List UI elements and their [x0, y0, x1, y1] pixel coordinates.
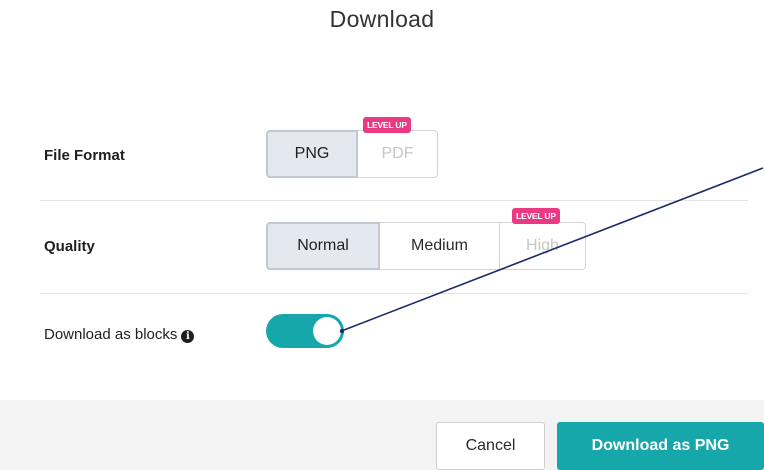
quality-option-normal[interactable]: Normal: [266, 222, 380, 270]
level-up-badge-high: LEVEL UP: [512, 208, 560, 224]
file-format-segmented-control: PNG PDF: [266, 130, 438, 178]
row-divider: [40, 200, 748, 201]
download-as-blocks-text: Download as blocks: [44, 326, 178, 343]
row-divider: [40, 293, 748, 294]
download-button[interactable]: Download as PNG: [557, 422, 764, 470]
toggle-knob: [313, 317, 341, 345]
format-option-pdf[interactable]: PDF: [358, 130, 438, 178]
dialog-title: Download: [329, 6, 435, 32]
download-as-blocks-label: Download as blocks i: [44, 326, 195, 343]
quality-option-high[interactable]: High: [500, 222, 586, 270]
quality-option-medium[interactable]: Medium: [380, 222, 500, 270]
dialog-footer: Cancel Download as PNG: [0, 400, 764, 470]
file-format-label: File Format: [44, 147, 125, 164]
format-option-png[interactable]: PNG: [266, 130, 358, 178]
cancel-button[interactable]: Cancel: [436, 422, 545, 470]
quality-label: Quality: [44, 238, 95, 255]
download-as-blocks-toggle[interactable]: [266, 314, 344, 348]
quality-segmented-control: Normal Medium High: [266, 222, 586, 270]
info-icon[interactable]: i: [181, 330, 195, 343]
level-up-badge-pdf: LEVEL UP: [363, 117, 411, 133]
